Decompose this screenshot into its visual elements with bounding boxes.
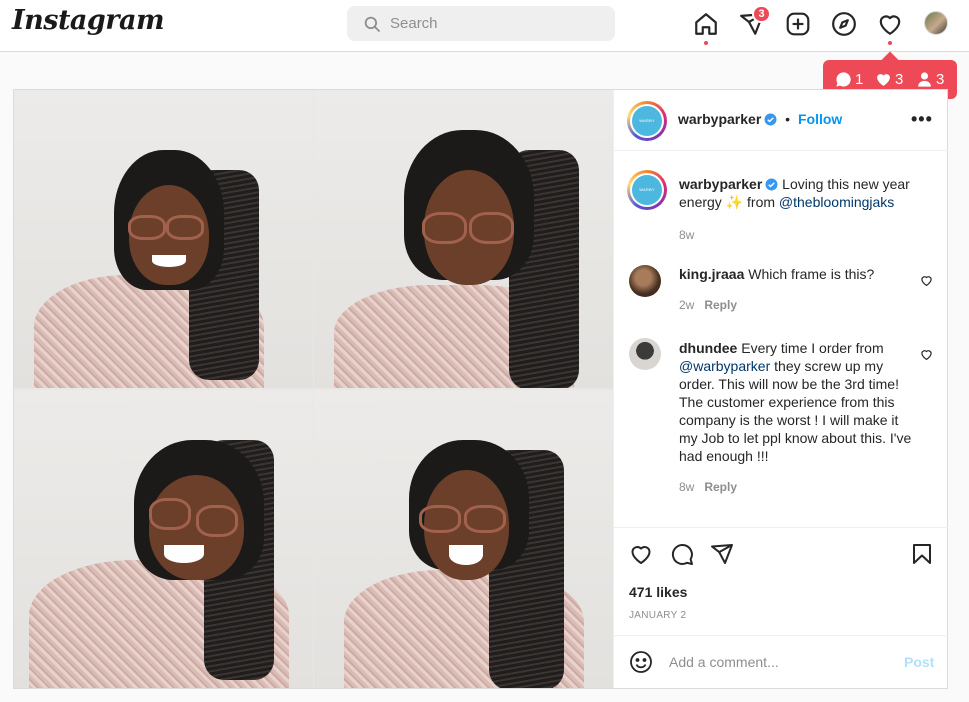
commenter-username[interactable]: king.jraaa [679, 266, 744, 282]
caption-meta: 8w [679, 228, 694, 242]
commenter-username[interactable]: dhundee [679, 340, 737, 356]
caption-mention-link[interactable]: @thebloomingjaks [779, 194, 894, 210]
author-avatar[interactable]: WARBY PARKER [627, 101, 667, 141]
explore-button[interactable] [831, 11, 857, 37]
verified-badge-icon [764, 113, 777, 126]
likes-count[interactable]: 471 likes [629, 584, 687, 600]
comment-bubble-icon [836, 72, 851, 87]
caption-author-avatar[interactable]: WARBY PARKER [627, 170, 667, 210]
top-navigation-bar: Instagram 3 [0, 0, 969, 52]
emoji-smiley-icon[interactable] [629, 650, 653, 674]
author-username[interactable]: warbyparker [678, 111, 761, 127]
comments-list[interactable]: WARBY PARKER warbyparker Loving this new… [614, 151, 948, 527]
caption-text: warbyparker Loving this new year energy … [679, 175, 919, 211]
share-paper-plane-icon[interactable] [710, 542, 734, 566]
new-post-button[interactable] [785, 11, 811, 37]
instagram-logo[interactable]: Instagram [12, 5, 165, 36]
comment-body: Every time I order from [741, 340, 884, 356]
commenter-avatar[interactable] [629, 338, 661, 370]
commenter-avatar[interactable] [629, 265, 661, 297]
caption-time[interactable]: 8w [679, 228, 694, 242]
follow-button[interactable]: Follow [798, 111, 842, 127]
person-icon [918, 72, 931, 87]
activity-button[interactable] [877, 11, 903, 37]
reply-button[interactable]: Reply [704, 298, 737, 312]
profile-avatar[interactable] [924, 11, 948, 35]
compass-icon [832, 12, 856, 36]
popup-arrow [881, 51, 899, 69]
comment-icon[interactable] [670, 542, 694, 566]
photo-tile-bottom-left [14, 390, 313, 688]
follows-count-label: 3 [936, 71, 945, 88]
comment-mention-link[interactable]: @warbyparker [679, 358, 770, 374]
save-bookmark-icon[interactable] [910, 542, 934, 566]
comment-meta: 2w Reply [679, 298, 737, 312]
caption-username[interactable]: warbyparker [679, 176, 762, 192]
photo-tile-top-left [14, 90, 313, 388]
activity-dot [888, 41, 892, 45]
like-comment-heart-icon[interactable] [920, 348, 933, 361]
comment-text: dhundee Every time I order from @warbypa… [679, 339, 914, 465]
reply-button[interactable]: Reply [704, 480, 737, 494]
plus-square-icon [786, 12, 810, 36]
post-date[interactable]: JANUARY 2 [629, 610, 686, 621]
comments-count-label: 1 [855, 71, 864, 88]
search-box[interactable] [347, 6, 615, 41]
add-comment-bar: Post [614, 635, 948, 688]
photo-tile-bottom-right [314, 390, 613, 688]
like-comment-heart-icon[interactable] [920, 274, 933, 287]
post-sidebar: WARBY PARKER warbyparker • Follow ••• WA… [613, 90, 948, 688]
search-input[interactable] [390, 6, 605, 41]
post-comment-button[interactable]: Post [904, 654, 934, 670]
heart-icon [879, 15, 901, 35]
comment-text: king.jraaa Which frame is this? [679, 265, 909, 283]
heart-filled-icon [877, 74, 890, 86]
like-heart-icon[interactable] [629, 542, 653, 566]
comment-meta: 8w Reply [679, 480, 737, 494]
comment-body: Which frame is this? [748, 266, 875, 282]
header-separator: • [785, 111, 791, 127]
search-icon [364, 16, 381, 33]
messages-badge: 3 [752, 5, 771, 23]
photo-tile-top-right [314, 90, 613, 388]
post-header: WARBY PARKER warbyparker • Follow ••• [614, 90, 948, 151]
post-card: WARBY PARKER warbyparker • Follow ••• WA… [13, 89, 948, 689]
home-icon [695, 13, 717, 35]
add-comment-input[interactable] [669, 652, 889, 672]
likes-count-label: 3 [895, 71, 904, 88]
verified-badge-icon [765, 178, 778, 191]
comment-time[interactable]: 8w [679, 480, 694, 494]
post-header-meta: warbyparker • Follow [678, 111, 842, 127]
post-photo[interactable] [14, 90, 613, 688]
likes-count: 3 [875, 71, 903, 88]
warby-parker-logo: WARBY PARKER [632, 175, 662, 205]
home-button[interactable] [693, 11, 719, 37]
home-active-dot [704, 41, 708, 45]
more-options-button[interactable]: ••• [911, 109, 933, 130]
follows-count: 3 [916, 71, 944, 88]
post-actions: 471 likes JANUARY 2 [614, 527, 948, 635]
warby-parker-logo: WARBY PARKER [632, 106, 662, 136]
comment-time[interactable]: 2w [679, 298, 694, 312]
comments-count: 1 [835, 71, 863, 88]
